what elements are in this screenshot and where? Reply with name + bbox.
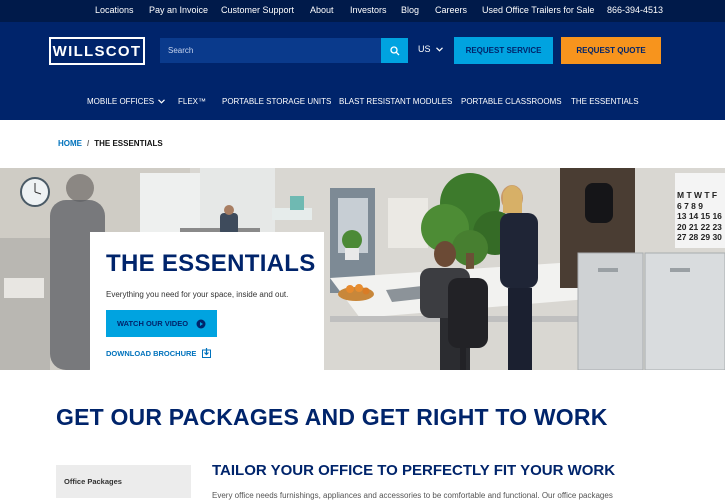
breadcrumb: HOME / THE ESSENTIALS	[58, 139, 163, 148]
country-selector[interactable]: US	[418, 44, 443, 54]
willscot-logo[interactable]: WILLSCOT	[49, 37, 145, 65]
packages-subheading: TAILOR YOUR OFFICE TO PERFECTLY FIT YOUR…	[212, 462, 616, 479]
topbar-link-careers[interactable]: Careers	[435, 5, 467, 15]
nav-item-mobile-offices[interactable]: MOBILE OFFICES	[87, 97, 166, 106]
chevron-down-icon	[158, 99, 166, 104]
topbar-link-about[interactable]: About	[310, 5, 334, 15]
topbar-link-customer-support[interactable]: Customer Support	[221, 5, 294, 15]
search-input[interactable]	[160, 38, 382, 63]
calendar: M T W T F 6 7 8 9 13 14 15 16 20 21 22 2…	[677, 190, 725, 243]
breadcrumb-separator: /	[87, 139, 90, 148]
hero-subtitle: Everything you need for your space, insi…	[106, 290, 289, 299]
request-service-button[interactable]: REQUEST SERVICE	[454, 37, 553, 64]
nav-item-the-essentials[interactable]: THE ESSENTIALS	[571, 97, 639, 106]
download-brochure-link[interactable]: DOWNLOAD BROCHURE	[106, 348, 212, 358]
watch-video-button[interactable]: WATCH OUR VIDEO	[106, 310, 217, 337]
utility-bar: Locations Pay an Invoice Customer Suppor…	[0, 0, 725, 22]
office-packages-tab[interactable]: Office Packages	[56, 465, 191, 498]
download-brochure-label: DOWNLOAD BROCHURE	[106, 348, 197, 358]
calendar-row: 27 28 29 30	[677, 232, 722, 242]
topbar-phone-link[interactable]: 866-394-4513	[607, 5, 663, 15]
nav-item-portable-classrooms[interactable]: PORTABLE CLASSROOMS	[461, 97, 562, 106]
topbar-link-used-trailers[interactable]: Used Office Trailers for Sale	[482, 5, 594, 15]
search-icon	[389, 45, 399, 55]
country-label: US	[418, 44, 431, 54]
topbar-link-investors[interactable]: Investors	[350, 5, 387, 15]
watch-video-label: WATCH OUR VIDEO	[116, 319, 189, 328]
packages-heading: GET OUR PACKAGES AND GET RIGHT TO WORK	[56, 404, 608, 430]
packages-body-text: Every office needs furnishings, applianc…	[212, 491, 613, 500]
topbar-link-pay-invoice[interactable]: Pay an Invoice	[149, 5, 208, 15]
nav-item-blast-resistant[interactable]: BLAST RESISTANT MODULES	[339, 97, 452, 106]
nav-item-flex[interactable]: FLEX™	[178, 97, 206, 106]
nav-item-label: MOBILE OFFICES	[87, 97, 155, 106]
hero-title: THE ESSENTIALS	[106, 250, 316, 277]
topbar-link-locations[interactable]: Locations	[95, 5, 134, 15]
calendar-row: 6 7 8 9	[677, 200, 703, 211]
request-quote-button[interactable]: REQUEST QUOTE	[561, 37, 661, 64]
calendar-row: M T W T F	[677, 190, 718, 200]
site-header: WILLSCOT US REQUEST SERVICE REQUEST QUOT…	[0, 22, 725, 120]
topbar-link-blog[interactable]: Blog	[401, 5, 419, 15]
download-icon	[202, 348, 212, 358]
search-button[interactable]	[381, 38, 408, 63]
chevron-down-icon	[435, 46, 443, 52]
play-circle-icon	[196, 319, 206, 328]
calendar-row: 13 14 15 16	[677, 211, 722, 221]
breadcrumb-home-link[interactable]: HOME	[58, 139, 82, 148]
breadcrumb-current: THE ESSENTIALS	[94, 139, 163, 148]
nav-item-portable-storage[interactable]: PORTABLE STORAGE UNITS	[222, 97, 331, 106]
calendar-row: 20 21 22 23	[677, 221, 722, 232]
